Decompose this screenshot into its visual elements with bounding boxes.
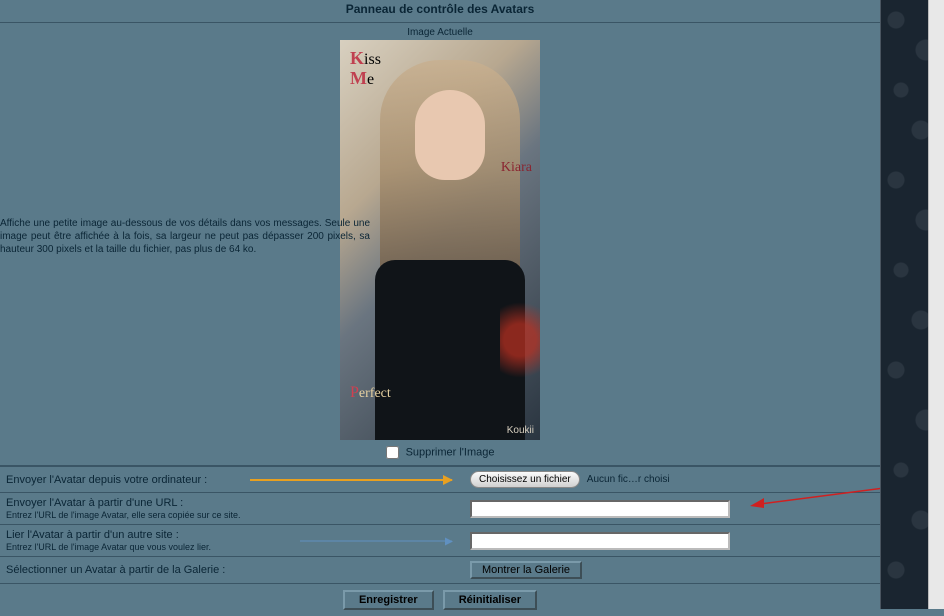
label-link-site: Lier l'Avatar à partir d'un autre site :: [6, 529, 179, 541]
label-gallery: Sélectionner un Avatar à partir de la Ga…: [6, 564, 225, 576]
annotation-arrow-orange: [250, 479, 452, 481]
reset-button[interactable]: Réinitialiser: [443, 590, 537, 610]
row-upload-pc: Envoyer l'Avatar depuis votre ordinateur…: [0, 467, 880, 493]
sublabel-link-site: Entrez l'URL de l'image Avatar que vous …: [6, 542, 458, 552]
annotation-arrow-blue: [300, 540, 452, 541]
avatar-control-panel: Panneau de contrôle des Avatars Image Ac…: [0, 0, 880, 609]
avatar-form-table: Envoyer l'Avatar depuis votre ordinateur…: [0, 466, 880, 583]
avatar-text-kiss: Kiss: [350, 48, 381, 69]
url-upload-input[interactable]: [470, 500, 730, 518]
avatar-text-koukii: Koukii: [507, 425, 534, 436]
delete-image-label: Supprimer l'Image: [406, 446, 495, 458]
row-upload-url: Envoyer l'Avatar à partir d'une URL : En…: [0, 493, 880, 525]
delete-image-checkbox[interactable]: [386, 446, 399, 459]
file-status-text: Aucun fic…r choisi: [587, 474, 670, 485]
avatar-text-perfect: Perfect: [350, 384, 391, 402]
avatar-text-kiara: Kiara: [501, 160, 532, 176]
label-upload-pc: Envoyer l'Avatar depuis votre ordinateur…: [6, 474, 207, 486]
submit-button-row: Enregistrer Réinitialiser: [0, 583, 880, 616]
decorative-sidebar: [880, 0, 928, 609]
row-gallery: Sélectionner un Avatar à partir de la Ga…: [0, 557, 880, 584]
avatar-help-text: Affiche une petite image au-dessous de v…: [0, 217, 380, 256]
save-button[interactable]: Enregistrer: [343, 590, 434, 610]
url-link-input[interactable]: [470, 532, 730, 550]
label-upload-url: Envoyer l'Avatar à partir d'une URL :: [6, 497, 183, 509]
choose-file-button[interactable]: Choisissez un fichier: [470, 471, 580, 488]
scrollbar[interactable]: [928, 0, 944, 609]
panel-title: Panneau de contrôle des Avatars: [0, 0, 880, 23]
current-image-label: Image Actuelle: [0, 27, 880, 38]
show-gallery-button[interactable]: Montrer la Galerie: [470, 561, 582, 579]
avatar-text-me: Me: [350, 68, 374, 89]
delete-image-row: Supprimer l'Image: [0, 440, 880, 466]
row-link-site: Lier l'Avatar à partir d'un autre site :…: [0, 525, 880, 557]
sublabel-upload-url: Entrez l'URL de l'image Avatar, elle ser…: [6, 510, 458, 520]
